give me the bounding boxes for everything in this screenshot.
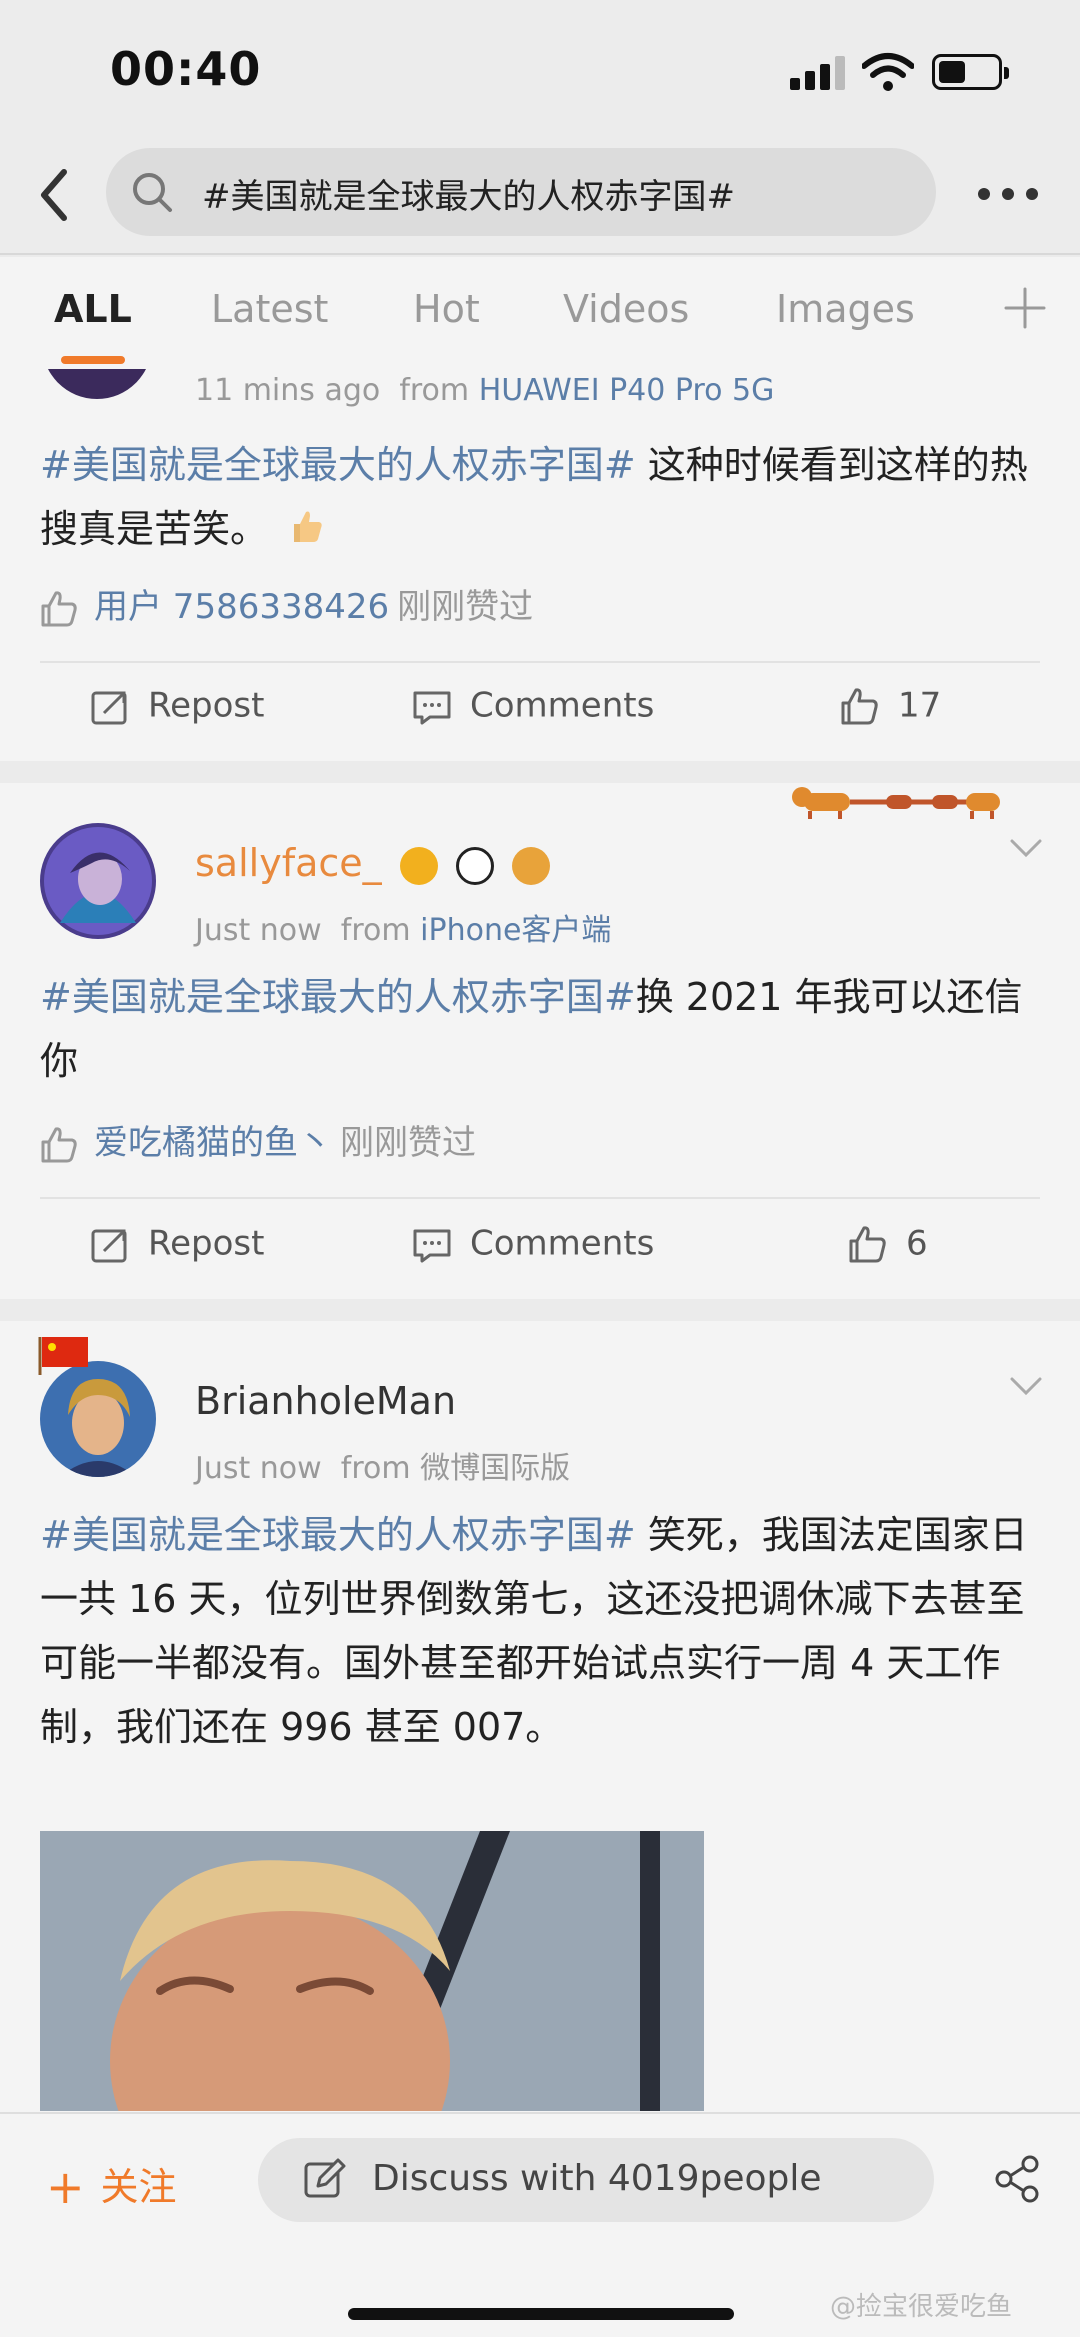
post-time: Just now xyxy=(195,1451,322,1486)
discuss-label: Discuss with 4019people xyxy=(372,2158,822,2199)
tab-latest[interactable]: Latest xyxy=(211,287,328,331)
avatar[interactable] xyxy=(40,823,156,939)
liked-suffix: 刚刚赞过 xyxy=(397,587,534,627)
comments-button[interactable]: Comments xyxy=(410,685,654,729)
tab-hot[interactable]: Hot xyxy=(413,287,480,331)
comments-label: Comments xyxy=(470,685,655,726)
repost-button[interactable]: Repost xyxy=(88,685,264,729)
wifi-icon xyxy=(862,53,914,91)
like-button[interactable]: 6 xyxy=(846,1223,928,1267)
more-options-icon[interactable] xyxy=(978,180,1042,210)
repost-button[interactable]: Repost xyxy=(88,1223,264,1267)
tab-images[interactable]: Images xyxy=(776,287,915,331)
post-image[interactable] xyxy=(40,1831,704,2111)
chevron-down-icon[interactable] xyxy=(1006,833,1046,863)
liked-by-row: 爱吃橘猫的鱼丶 刚刚赞过 xyxy=(38,1115,476,1166)
username-text[interactable]: sallyface_ xyxy=(195,841,382,885)
comments-button[interactable]: Comments xyxy=(410,1223,654,1267)
battery-icon xyxy=(932,54,1009,90)
panda-badge-icon xyxy=(455,846,494,885)
avatar[interactable] xyxy=(40,1361,156,1477)
post-source[interactable]: iPhone客户端 xyxy=(420,913,611,948)
repost-icon xyxy=(91,691,127,725)
add-tab-icon[interactable] xyxy=(1000,283,1050,333)
comments-label: Comments xyxy=(470,1223,655,1264)
repost-label: Repost xyxy=(148,685,265,726)
username[interactable]: BrianholeMan xyxy=(195,1379,456,1423)
discuss-input[interactable]: Discuss with 4019people xyxy=(258,2138,934,2222)
search-input[interactable]: #美国就是全球最大的人权赤字国# xyxy=(106,148,936,236)
liked-by-user[interactable]: 用户 7586338426 xyxy=(94,587,389,627)
post-body: #美国就是全球最大的人权赤字国# 这种时候看到这样的热搜真是苦笑。 xyxy=(40,433,1040,561)
status-time: 00:40 xyxy=(110,42,262,96)
post-card[interactable]: 11 mins ago from HUAWEI P40 Pro 5G #美国就是… xyxy=(0,369,1080,761)
crown-badge-icon xyxy=(399,846,438,885)
divider xyxy=(40,661,1040,663)
cellular-signal-icon xyxy=(790,56,846,90)
username[interactable]: sallyface_ xyxy=(195,841,550,885)
search-results-feed: 11 mins ago from HUAWEI P40 Pro 5G #美国就是… xyxy=(0,369,1080,2112)
thumbs-up-emoji-icon xyxy=(294,511,322,542)
chevron-down-icon[interactable] xyxy=(1006,1371,1046,1401)
tab-videos[interactable]: Videos xyxy=(563,287,689,331)
tab-all[interactable]: ALL xyxy=(54,287,132,331)
back-arrow-icon[interactable] xyxy=(30,162,80,228)
bottom-action-bar: + 关注 Discuss with 4019people @捡宝很爱吃鱼 xyxy=(0,2112,1080,2337)
thumbs-up-outline-icon xyxy=(41,590,77,626)
thumbs-up-outline-icon xyxy=(841,688,878,725)
post-card[interactable]: BrianholeMan Just now from 微博国际版 #美国就是全球… xyxy=(0,1321,1080,2112)
thumbs-up-outline-icon xyxy=(41,1126,77,1162)
liked-by-user[interactable]: 爱吃橘猫的鱼丶 xyxy=(94,1123,332,1163)
filter-tabs: ALL Latest Hot Videos Images xyxy=(0,257,1080,369)
avatar[interactable] xyxy=(42,369,152,399)
active-tab-indicator xyxy=(61,356,125,364)
repost-icon xyxy=(91,1229,127,1263)
repost-label: Repost xyxy=(148,1223,265,1264)
comment-icon xyxy=(413,691,451,725)
post-meta: 11 mins ago from HUAWEI P40 Pro 5G xyxy=(195,373,774,408)
search-icon xyxy=(133,173,172,212)
divider xyxy=(40,1197,1040,1199)
edit-icon xyxy=(304,2158,346,2198)
post-meta: Just now from 微博国际版 xyxy=(195,1443,570,1487)
comment-icon xyxy=(413,1229,451,1263)
plus-icon: + xyxy=(46,2160,85,2214)
post-body: #美国就是全球最大的人权赤字国# 笑死，我国法定国家日一共 16 天，位列世界倒… xyxy=(40,1503,1040,1759)
from-label: from xyxy=(399,373,470,408)
thumbs-up-outline-icon xyxy=(849,1226,886,1263)
hashtag-link[interactable]: #美国就是全球最大的人权赤字国# xyxy=(40,1513,636,1557)
liked-by-row: 用户 7586338426 刚刚赞过 xyxy=(38,579,533,630)
like-count: 17 xyxy=(898,685,942,726)
follow-label: 关注 xyxy=(100,2165,177,2209)
home-indicator[interactable] xyxy=(348,2308,734,2320)
from-label: from xyxy=(340,1451,411,1486)
hashtag-link[interactable]: #美国就是全球最大的人权赤字国# xyxy=(40,443,636,487)
watermark: @捡宝很爱吃鱼 xyxy=(830,2292,1013,2322)
post-time: 11 mins ago xyxy=(195,373,381,408)
dachshund-decoration-icon xyxy=(792,787,1000,819)
post-card[interactable]: sallyface_ Just now from iPhone客户端 #美国就是… xyxy=(0,783,1080,1299)
post-body: #美国就是全球最大的人权赤字国#换 2021 年我可以还信你 xyxy=(40,965,1040,1093)
post-source[interactable]: HUAWEI P40 Pro 5G xyxy=(479,373,775,408)
search-query: #美国就是全球最大的人权赤字国# xyxy=(202,177,735,217)
post-time: Just now xyxy=(195,913,322,948)
share-icon[interactable] xyxy=(992,2154,1042,2204)
flag-badge-icon xyxy=(38,1337,88,1375)
from-label: from xyxy=(340,913,411,948)
dog-badge-icon xyxy=(511,846,550,885)
follow-button[interactable]: + 关注 xyxy=(46,2156,177,2214)
liked-suffix: 刚刚赞过 xyxy=(340,1123,476,1163)
search-header: #美国就是全球最大的人权赤字国# xyxy=(0,140,1080,255)
post-source: 微博国际版 xyxy=(420,1451,571,1486)
like-button[interactable]: 17 xyxy=(838,685,941,729)
hashtag-link[interactable]: #美国就是全球最大的人权赤字国# xyxy=(40,975,636,1019)
post-meta: Just now from iPhone客户端 xyxy=(195,905,611,949)
status-bar: 00:40 xyxy=(0,0,1080,140)
like-count: 6 xyxy=(906,1223,928,1264)
